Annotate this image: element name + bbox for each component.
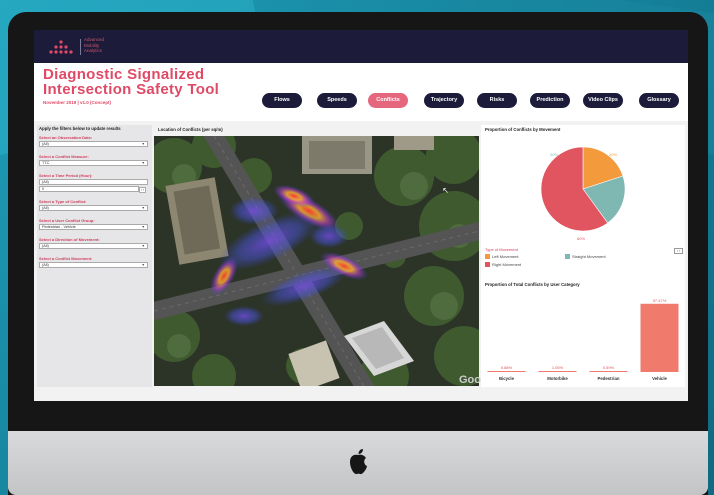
chevron-down-icon: ▼	[141, 161, 145, 165]
legend-item-right: Right Movement	[485, 262, 522, 268]
movement-select[interactable]: (All) ▼	[39, 262, 148, 268]
legend-item-straight: Straight Movement	[565, 254, 606, 260]
brand-name: Advanced Mobility Analytics	[84, 37, 124, 54]
top-bar: Advanced Mobility Analytics	[34, 30, 688, 63]
cursor-icon: ↖	[442, 186, 449, 195]
chevron-down-icon: ▼	[141, 225, 145, 229]
logo-divider	[80, 39, 81, 55]
direction-label: Select a Direction of Movement:	[39, 237, 100, 242]
chevron-down-icon: ▼	[141, 142, 145, 146]
pie-label-straight: 20%	[550, 152, 559, 157]
legend-label: Left Movement	[492, 254, 519, 259]
map-title: Location of Conflicts (per sq/m)	[158, 127, 223, 132]
aerial-map	[154, 136, 479, 386]
type-label: Select a Type of Conflict:	[39, 199, 87, 204]
legend-pager[interactable]: ‹ ›	[674, 248, 683, 254]
tab-trajectory[interactable]: Trajectory	[424, 93, 464, 108]
chevron-down-icon: ▼	[141, 263, 145, 267]
tab-prediction[interactable]: Prediction	[530, 93, 570, 108]
filters-heading: Apply the filters below to update result…	[39, 126, 121, 131]
bar-vehicle[interactable]	[640, 303, 679, 372]
time-select[interactable]: (All)	[39, 179, 148, 185]
tab-speeds[interactable]: Speeds	[317, 93, 357, 108]
time-label: Select a Time Period (Hour):	[39, 173, 93, 178]
movement-label: Select a Conflict Movement:	[39, 256, 93, 261]
date-label: Select an Observation Date:	[39, 135, 93, 140]
pie-label-right: 60%	[577, 236, 586, 241]
charts-panel: Proportion of Conflicts by Movement 20% …	[481, 125, 685, 387]
bar-value-label: 1.05%	[552, 365, 564, 370]
group-select[interactable]: Pedestrian - Vehicle ▼	[39, 224, 148, 230]
group-value: Pedestrian - Vehicle	[42, 225, 76, 229]
direction-value: (All)	[42, 244, 49, 248]
bar-value-label: 0.59%	[603, 365, 615, 370]
tab-conflicts[interactable]: Conflicts	[368, 93, 408, 108]
bar-motorbike[interactable]	[538, 371, 577, 372]
type-value: (All)	[42, 206, 49, 210]
legend-label: Right Movement	[492, 262, 522, 267]
legend-swatch	[485, 254, 490, 260]
title-line: Diagnostic Signalized	[43, 66, 205, 83]
tab-flows[interactable]: Flows	[262, 93, 302, 108]
apple-logo-icon	[350, 449, 367, 475]
movement-pie-chart[interactable]	[539, 145, 627, 233]
conflict-heatmap[interactable]: ↖	[154, 136, 479, 386]
bar-category-label: Bicycle	[499, 376, 515, 381]
time-input[interactable]: 0 ‹ ›	[39, 186, 146, 193]
bar-value-label: 0.88%	[501, 365, 513, 370]
bar-bicycle[interactable]	[487, 371, 526, 372]
legend-title: Type of Movement	[485, 247, 518, 252]
time-value: (All)	[42, 180, 49, 184]
title-line: Intersection Safety Tool	[43, 81, 220, 98]
version-label: November 2019 | v1.0 (Concept)	[43, 100, 112, 105]
bar-category-label: Motorbike	[547, 376, 568, 381]
bar-chart-title: Proportion of Total Conflicts by User Ca…	[485, 282, 580, 287]
user-category-bar-chart[interactable]: 0.88% Bicycle 1.05% Motorbike 0.59% Pedestria…	[481, 290, 685, 387]
date-select[interactable]: (All) ▼	[39, 141, 148, 147]
dashboard-screen: Advanced Mobility Analytics Diagnostic S…	[34, 30, 688, 401]
bar-pedestrian[interactable]	[589, 371, 628, 372]
time-stepper[interactable]: ‹ ›	[139, 187, 146, 193]
direction-select[interactable]: (All) ▼	[39, 243, 148, 249]
pie-label-left: 20%	[609, 152, 618, 157]
legend-item-left: Left Movement	[485, 254, 519, 260]
legend-label: Straight Movement	[572, 254, 606, 259]
pie-chart-title: Proportion of Conflicts by Movement	[485, 127, 561, 132]
chevron-down-icon: ▼	[141, 206, 145, 210]
tab-glossary[interactable]: Glossary	[639, 93, 679, 108]
tab-video-clips[interactable]: Video Clips	[583, 93, 623, 108]
group-label: Select a User Conflict Group:	[39, 218, 95, 223]
measure-select[interactable]: TTC ▼	[39, 160, 148, 166]
chevron-down-icon: ▼	[141, 244, 145, 248]
date-value: (All)	[42, 142, 49, 146]
bar-category-label: Pedestrian	[598, 376, 620, 381]
movement-value: (All)	[42, 263, 49, 267]
tab-risks[interactable]: Risks	[477, 93, 517, 108]
time-value2: 0	[42, 187, 45, 191]
bar-category-label: Vehicle	[652, 376, 667, 381]
brand-line: Analytics	[84, 48, 103, 53]
page-title: Diagnostic Signalized Intersection Safet…	[43, 67, 273, 97]
legend-swatch	[485, 262, 490, 268]
logo-mark-icon	[49, 40, 73, 54]
legend-swatch	[565, 254, 570, 260]
type-select[interactable]: (All) ▼	[39, 205, 148, 211]
measure-label: Select a Conflict Measure:	[39, 154, 89, 159]
map-attribution: Goo	[459, 374, 481, 386]
filters-panel: Apply the filters below to update result…	[37, 125, 152, 387]
bar-value-label: 97.47%	[653, 298, 667, 303]
measure-value: TTC	[42, 161, 50, 165]
